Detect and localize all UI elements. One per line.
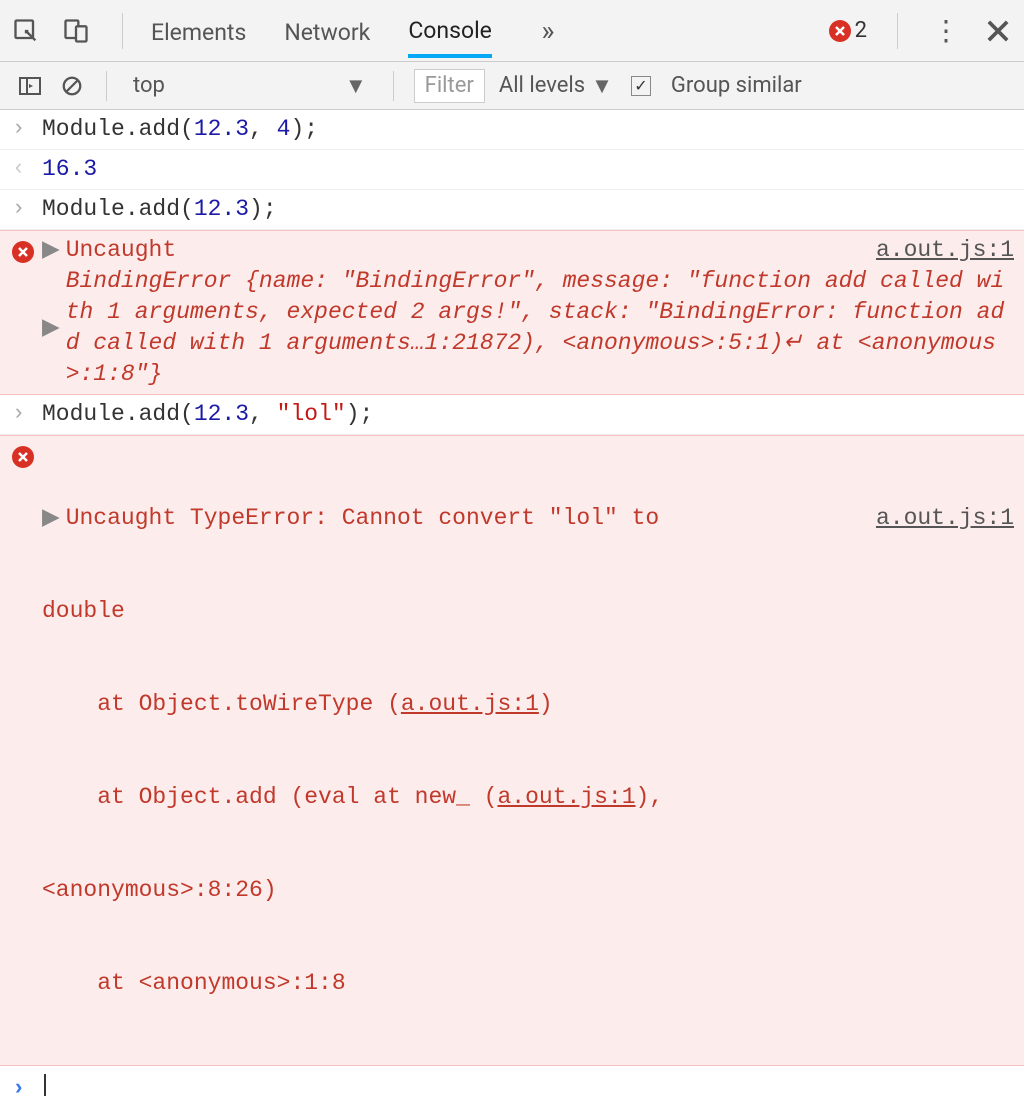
- error-content: ▶Uncaught TypeError: Cannot convert "lol…: [42, 440, 1014, 1061]
- console-return-row: ‹ 16.3: [0, 150, 1024, 190]
- group-similar-checkbox[interactable]: [631, 76, 651, 96]
- source-link[interactable]: a.out.js:1: [876, 235, 1014, 266]
- error-gutter: [12, 440, 42, 470]
- prompt-chevron-icon: ›: [12, 1074, 42, 1101]
- chevron-down-icon: ▼: [345, 73, 367, 99]
- devtools-main-toolbar: Elements Network Console » 2 ⋮: [0, 0, 1024, 62]
- separator: [393, 71, 394, 101]
- source-link[interactable]: a.out.js:1: [497, 784, 635, 810]
- tab-console[interactable]: Console: [408, 3, 492, 58]
- panel-tabs: Elements Network Console »: [151, 3, 829, 58]
- console-input-row: › Module.add(12.3);: [0, 190, 1024, 230]
- tab-elements[interactable]: Elements: [151, 5, 246, 56]
- tab-network[interactable]: Network: [284, 5, 370, 56]
- filter-input[interactable]: Filter: [414, 69, 485, 103]
- error-badge[interactable]: 2: [829, 18, 867, 43]
- source-link[interactable]: a.out.js:1: [876, 503, 1014, 534]
- close-icon[interactable]: [980, 13, 1016, 49]
- separator: [897, 13, 898, 49]
- log-level-selector[interactable]: All levels ▼: [499, 73, 613, 99]
- error-icon: [829, 20, 851, 42]
- separator: [106, 71, 107, 101]
- return-value: 16.3: [42, 154, 1014, 185]
- more-tabs-icon[interactable]: »: [530, 13, 566, 49]
- input-chevron-icon: ›: [12, 399, 42, 426]
- expand-triangle-icon[interactable]: ▶: [42, 235, 60, 266]
- filter-placeholder: Filter: [425, 73, 474, 98]
- toolbar-left: [8, 13, 137, 49]
- input-chevron-icon: ›: [12, 194, 42, 221]
- separator: [122, 13, 123, 49]
- expand-triangle-icon[interactable]: ▶: [42, 503, 60, 534]
- console-error-row: ▶Uncaught a.out.js:1 ▶ BindingError {nam…: [0, 230, 1024, 395]
- toggle-sidebar-icon[interactable]: [16, 68, 44, 104]
- input-chevron-icon: ›: [12, 114, 42, 141]
- console-output: › Module.add(12.3, 4); ‹ 16.3 › Module.a…: [0, 110, 1024, 1109]
- error-content: ▶Uncaught a.out.js:1 ▶ BindingError {nam…: [42, 235, 1014, 390]
- group-similar-label: Group similar: [671, 73, 802, 98]
- error-gutter: [12, 235, 42, 265]
- clear-console-icon[interactable]: [58, 68, 86, 104]
- toolbar-right: 2 ⋮: [829, 13, 1016, 49]
- source-link[interactable]: a.out.js:1: [401, 691, 539, 717]
- inspect-element-icon[interactable]: [8, 13, 44, 49]
- console-prompt-row[interactable]: ›: [0, 1066, 1024, 1109]
- chevron-down-icon: ▼: [591, 73, 613, 99]
- console-code: Module.add(12.3);: [42, 194, 1014, 225]
- return-chevron-icon: ‹: [12, 154, 42, 181]
- console-toolbar: top ▼ Filter All levels ▼ Group similar: [0, 62, 1024, 110]
- expand-triangle-icon[interactable]: ▶: [42, 313, 60, 344]
- error-icon: [12, 241, 34, 263]
- error-count-value: 2: [855, 18, 867, 43]
- device-toggle-icon[interactable]: [58, 13, 94, 49]
- error-body: BindingError {name: "BindingError", mess…: [66, 266, 1014, 390]
- kebab-menu-icon[interactable]: ⋮: [928, 13, 964, 49]
- context-selector[interactable]: top ▼: [127, 73, 373, 99]
- error-icon: [12, 446, 34, 468]
- console-input-row: › Module.add(12.3, 4);: [0, 110, 1024, 150]
- console-error-row: ▶Uncaught TypeError: Cannot convert "lol…: [0, 435, 1024, 1066]
- console-input-row: › Module.add(12.3, "lol");: [0, 395, 1024, 435]
- console-code: Module.add(12.3, "lol");: [42, 399, 1014, 430]
- prompt-input[interactable]: [42, 1074, 1014, 1106]
- console-code: Module.add(12.3, 4);: [42, 114, 1014, 145]
- text-cursor: [44, 1074, 46, 1096]
- levels-label: All levels: [499, 73, 585, 98]
- context-label: top: [133, 73, 165, 98]
